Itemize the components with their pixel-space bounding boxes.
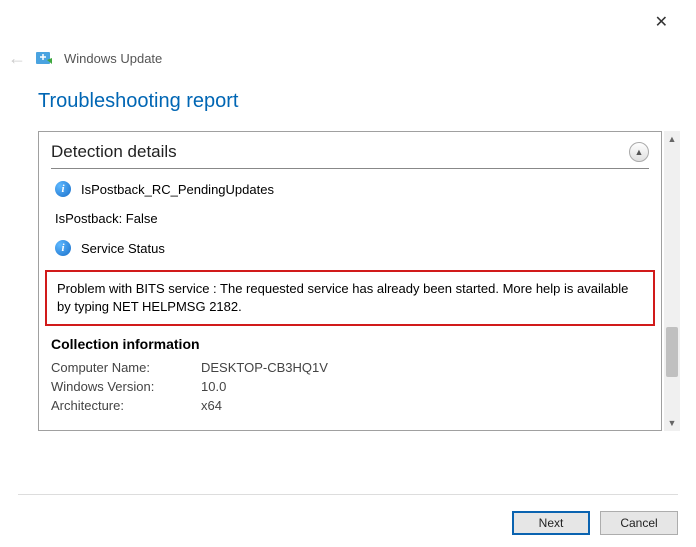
detection-panel: Detection details ▲ i IsPostback_RC_Pend… <box>38 131 662 431</box>
scroll-up-icon[interactable]: ▲ <box>664 131 680 147</box>
close-icon[interactable]: ✕ <box>647 8 676 36</box>
info-icon: i <box>55 240 71 256</box>
windows-update-icon <box>36 50 54 66</box>
collection-info-table: Computer Name: DESKTOP-CB3HQ1V Windows V… <box>51 360 649 413</box>
scroll-thumb[interactable] <box>666 327 678 377</box>
cancel-button-label: Cancel <box>620 516 657 530</box>
problem-text: Problem with BITS service : The requeste… <box>57 281 628 314</box>
app-name-label: Windows Update <box>64 51 162 66</box>
cancel-button[interactable]: Cancel <box>600 511 678 535</box>
next-button-label: Next <box>539 516 564 530</box>
info-icon: i <box>55 181 71 197</box>
detection-item-1-detail: IsPostback: False <box>55 211 649 226</box>
detection-item-1: IsPostback_RC_PendingUpdates <box>81 182 274 197</box>
collapse-button[interactable]: ▲ <box>629 142 649 162</box>
windows-version-label: Windows Version: <box>51 379 201 394</box>
detection-item-2: Service Status <box>81 241 165 256</box>
back-arrow-icon[interactable]: ← <box>8 50 26 66</box>
problem-highlight: Problem with BITS service : The requeste… <box>45 270 655 326</box>
next-button[interactable]: Next <box>512 511 590 535</box>
chevron-up-icon: ▲ <box>635 147 644 157</box>
detection-section-title: Detection details <box>51 142 177 162</box>
vertical-scrollbar[interactable]: ▲ ▼ <box>664 131 680 431</box>
scroll-down-icon[interactable]: ▼ <box>664 415 680 431</box>
architecture-value: x64 <box>201 398 649 413</box>
scroll-track[interactable] <box>664 147 680 415</box>
dialog-button-row: Next Cancel <box>18 494 678 535</box>
windows-version-value: 10.0 <box>201 379 649 394</box>
computer-name-label: Computer Name: <box>51 360 201 375</box>
page-title: Troubleshooting report <box>38 90 696 113</box>
architecture-label: Architecture: <box>51 398 201 413</box>
computer-name-value: DESKTOP-CB3HQ1V <box>201 360 649 375</box>
collection-section-title: Collection information <box>51 336 649 352</box>
header: ← Windows Update <box>0 0 696 76</box>
